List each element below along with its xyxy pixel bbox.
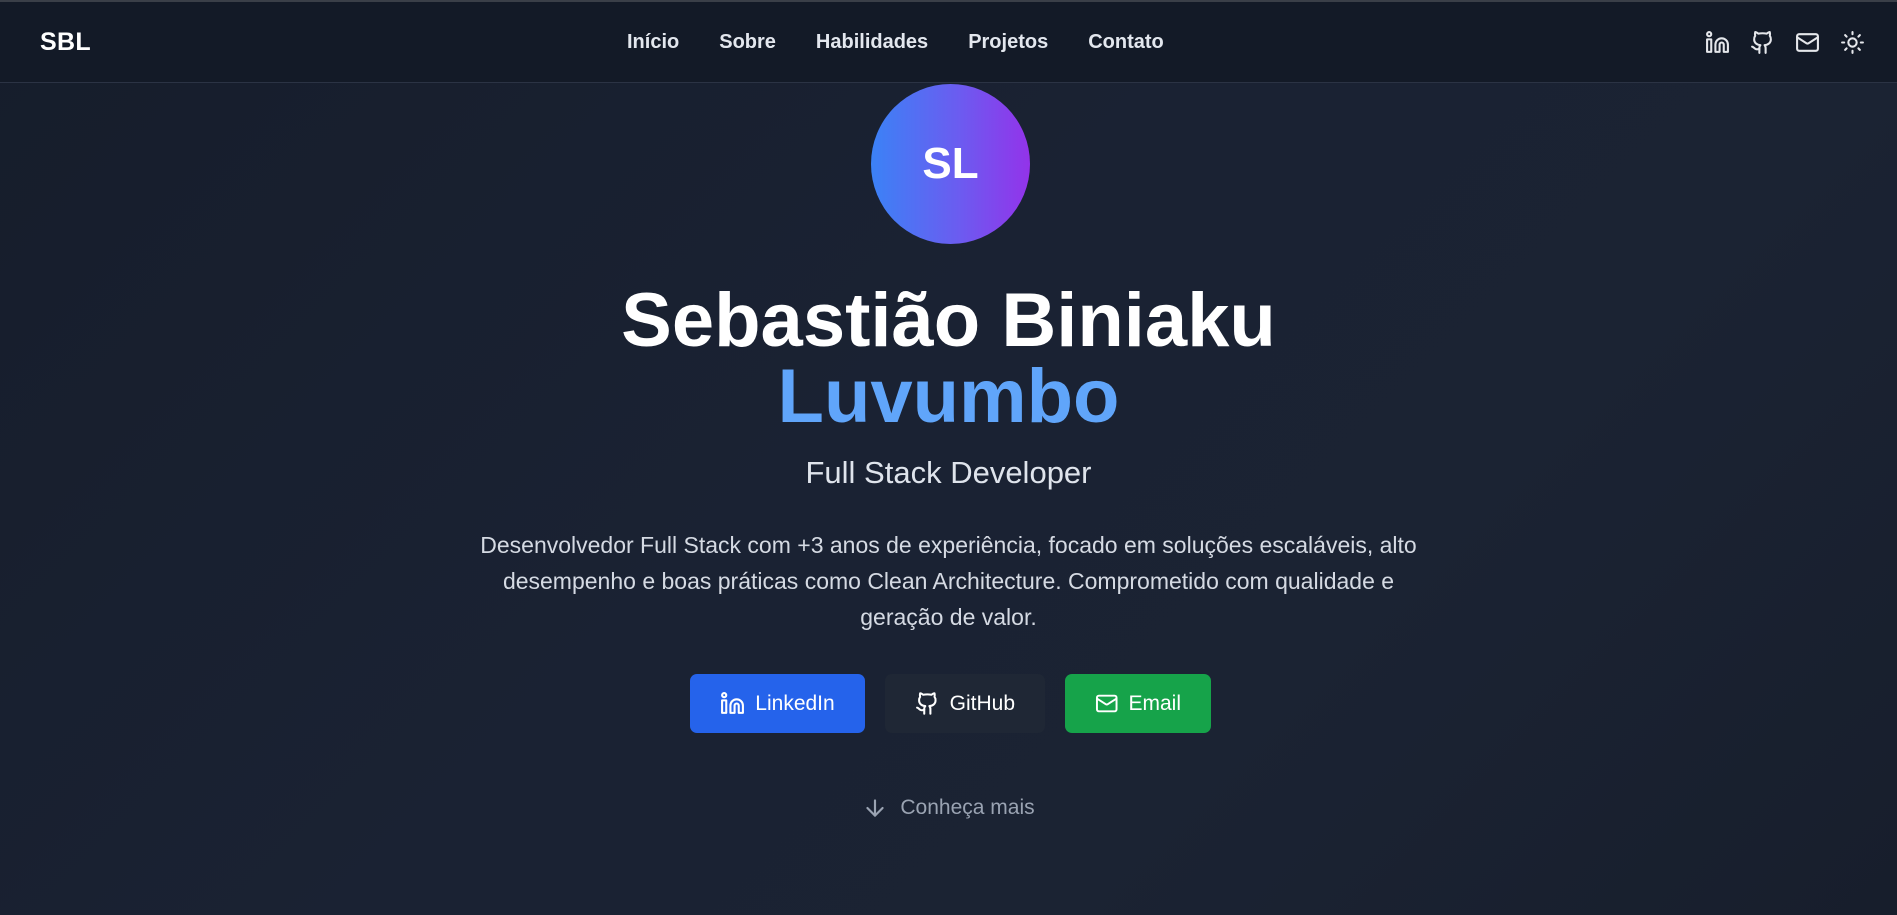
arrow-down-icon xyxy=(866,799,885,817)
hero-name-first: Sebastião Biniaku xyxy=(621,278,1276,363)
github-icon[interactable] xyxy=(1750,30,1775,55)
logo[interactable]: SBL xyxy=(40,28,91,57)
sun-icon[interactable] xyxy=(1840,30,1865,55)
github-button-label: GitHub xyxy=(949,691,1015,715)
nav-habilidades[interactable]: Habilidades xyxy=(816,31,928,54)
github-icon xyxy=(916,692,937,715)
avatar: SL xyxy=(871,84,1030,244)
linkedin-icon xyxy=(721,692,745,714)
header-actions xyxy=(1705,30,1865,55)
hero-bio: Desenvolvedor Full Stack com +3 anos de … xyxy=(480,532,1417,630)
hero-actions: LinkedIn GitHub Email xyxy=(690,674,1211,733)
learn-more-label: Conheça mais xyxy=(900,796,1035,819)
email-button[interactable]: Email xyxy=(1065,674,1211,733)
hero-name: Sebastião Biniaku Luvumbo xyxy=(0,283,1897,435)
learn-more-link[interactable]: Conheça mais xyxy=(0,795,1897,821)
github-button[interactable]: GitHub xyxy=(885,674,1045,733)
linkedin-icon[interactable] xyxy=(1705,30,1730,55)
nav-sobre[interactable]: Sobre xyxy=(719,31,776,54)
hero-role: Full Stack Developer xyxy=(805,455,1092,490)
hero-name-last: Luvumbo xyxy=(777,354,1120,439)
linkedin-button-label: LinkedIn xyxy=(755,691,835,715)
nav-inicio[interactable]: Início xyxy=(627,31,679,54)
linkedin-button[interactable]: LinkedIn xyxy=(690,674,865,733)
navbar: SBL Início Sobre Habilidades Projetos Co… xyxy=(0,2,1897,83)
mail-icon[interactable] xyxy=(1795,30,1820,55)
nav-contato[interactable]: Contato xyxy=(1088,31,1164,54)
mail-icon xyxy=(1095,694,1118,713)
email-button-label: Email xyxy=(1128,691,1181,715)
nav-projetos[interactable]: Projetos xyxy=(968,31,1048,54)
main-nav: Início Sobre Habilidades Projetos Contat… xyxy=(627,31,1204,54)
